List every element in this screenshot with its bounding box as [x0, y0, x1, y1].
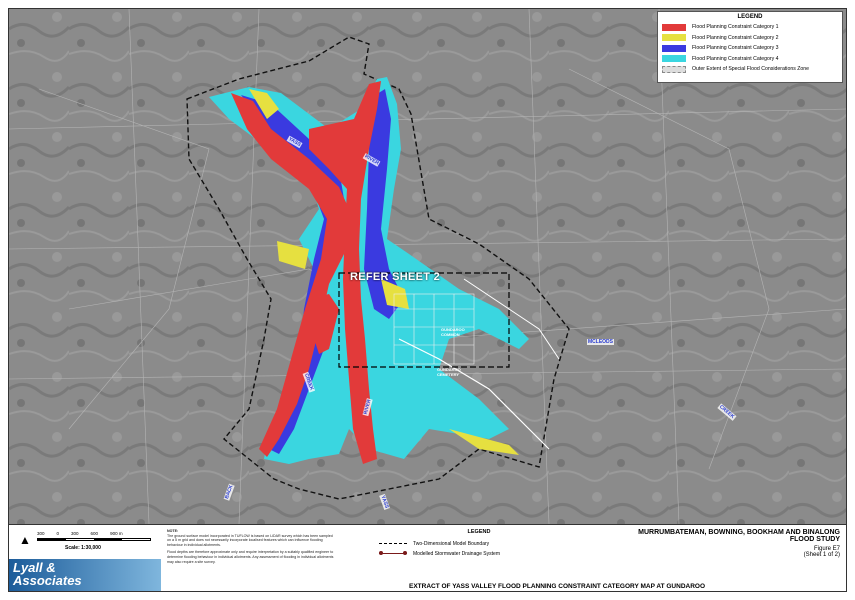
logo-line-2: Associates: [13, 573, 82, 588]
swatch-cat1: [662, 23, 686, 31]
swatch-cat2: [662, 34, 686, 42]
refer-sheet-label[interactable]: REFER SHEET 2: [350, 271, 440, 283]
notes-paragraph-2: Flood depths are therefore approximate o…: [167, 550, 334, 564]
scale-tick: 600: [90, 531, 99, 536]
scale-tick: 0: [56, 531, 60, 536]
scale-tick: 900 m: [110, 531, 123, 536]
place-gundaroo-common: GUNDAROO COMMON: [441, 327, 465, 337]
drainage-line-icon: [379, 551, 407, 557]
legend-item-cat2: Flood Planning Constraint Category 2: [662, 33, 838, 44]
legend-item-cat1: Flood Planning Constraint Category 1: [662, 22, 838, 33]
legend-label-outer-extent: Outer Extent of Special Flood Considerat…: [692, 66, 810, 73]
legend-item-cat4: Flood Planning Constraint Category 4: [662, 54, 838, 65]
sheet-number: (Sheet 1 of 2): [803, 552, 840, 558]
legend-label-cat4: Flood Planning Constraint Category 4: [692, 55, 779, 62]
scale-label: Scale: 1:30,000: [65, 545, 101, 551]
river-label-mcleods: MCLEODS: [587, 339, 614, 345]
legend-label-cat2: Flood Planning Constraint Category 2: [692, 34, 779, 41]
aerial-background: [9, 9, 846, 524]
footer-legend-label: Two-Dimensional Model Boundary: [413, 541, 490, 547]
footer-legend-stormwater: Modelled Stormwater Drainage System: [379, 551, 579, 557]
scale-ticks: 300 0 300 600 900 m: [37, 531, 123, 536]
dashed-line-icon: [379, 541, 407, 547]
scale-bar: [37, 538, 151, 541]
map-footer: ▲ 300 0 300 600 900 m Scale: 1:30,000 Ly…: [9, 524, 846, 592]
legend-label-cat1: Flood Planning Constraint Category 1: [692, 24, 779, 31]
legend-item-cat3: Flood Planning Constraint Category 3: [662, 43, 838, 54]
scale-tick: 300: [37, 531, 45, 536]
swatch-cat3: [662, 44, 686, 52]
flood-map[interactable]: REFER SHEET 2 YASS RIVER RIVER YASS CREE…: [9, 9, 846, 524]
footer-legend-title: LEGEND: [467, 529, 491, 535]
scale-tick: 300: [71, 531, 79, 536]
notes-paragraph-1: The ground surface model incorporated in…: [167, 533, 333, 547]
place-gundaroo-cemetery: GUNDAROO CEMETERY: [437, 367, 461, 377]
map-notes: NOTE: The ground surface model incorpora…: [167, 529, 337, 564]
map-caption: EXTRACT OF YASS VALLEY FLOOD PLANNING CO…: [409, 583, 706, 590]
title-block: MURRUMBATEMAN, BOWNING, BOOKHAM AND BINA…: [590, 529, 840, 558]
study-subtitle: FLOOD STUDY: [789, 536, 840, 543]
legend-item-outer-extent: Outer Extent of Special Flood Considerat…: [662, 64, 838, 75]
company-logo: Lyall & Associates: [9, 559, 161, 591]
swatch-outer-extent: [662, 65, 686, 73]
legend-label-cat3: Flood Planning Constraint Category 3: [692, 45, 779, 52]
swatch-cat4: [662, 55, 686, 63]
footer-legend-label: Modelled Stormwater Drainage System: [413, 551, 500, 557]
map-canvas: [9, 9, 846, 524]
map-legend-title: LEGEND: [737, 14, 763, 20]
footer-legend: LEGEND Two-Dimensional Model Boundary Mo…: [379, 529, 579, 557]
footer-legend-model-boundary: Two-Dimensional Model Boundary: [379, 541, 579, 547]
north-arrow-icon: ▲: [19, 533, 31, 547]
map-sheet: REFER SHEET 2 YASS RIVER RIVER YASS CREE…: [8, 8, 847, 592]
map-legend: LEGEND Flood Planning Constraint Categor…: [657, 11, 843, 83]
scale-bar-block: ▲ 300 0 300 600 900 m Scale: 1:30,000: [13, 529, 163, 559]
study-title: MURRUMBATEMAN, BOWNING, BOOKHAM AND BINA…: [638, 529, 840, 536]
